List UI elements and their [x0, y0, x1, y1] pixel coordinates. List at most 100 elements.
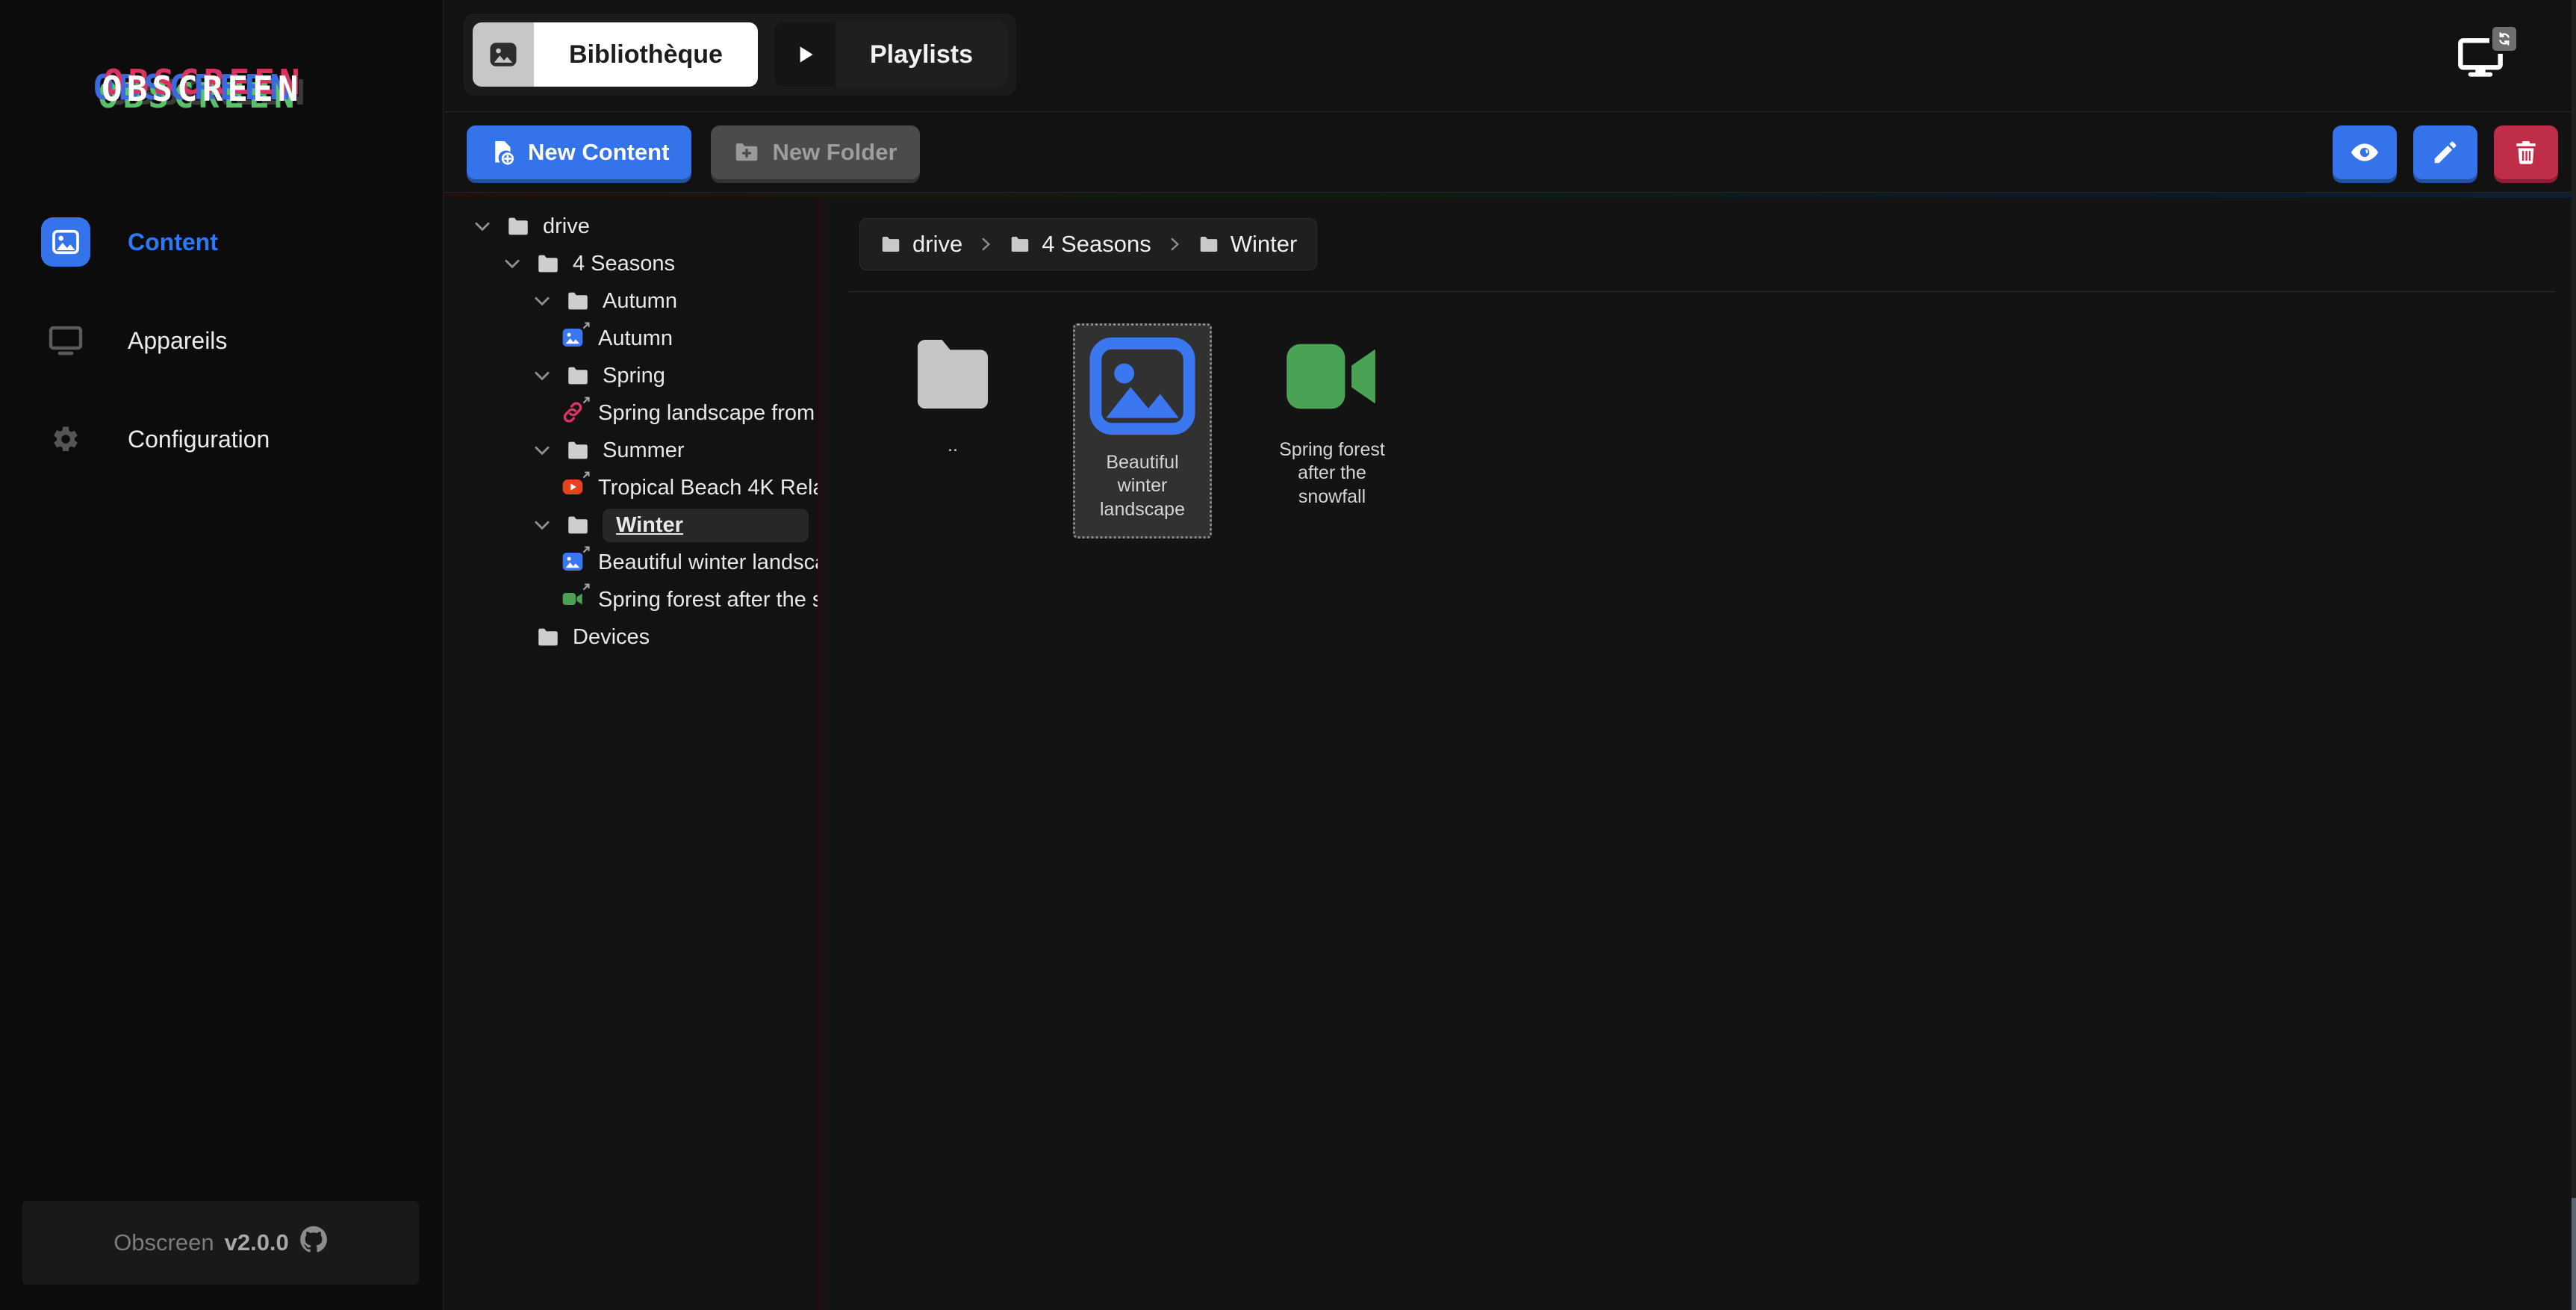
version-badge: v2.0.0 — [225, 1229, 289, 1256]
image-file-icon — [1088, 336, 1197, 436]
image-file-icon — [561, 550, 586, 575]
tree-item-label: Spring forest after the snowfall — [598, 588, 818, 612]
breadcrumb-item-winter[interactable]: Winter — [1198, 231, 1298, 258]
folder-icon — [1009, 233, 1031, 255]
chevron-right-icon — [976, 235, 995, 254]
sidebar-nav: Content Appareils Configuration — [0, 193, 443, 488]
library-image-icon — [473, 22, 534, 87]
tree-item-label: Autumn — [598, 326, 673, 351]
new-content-label: New Content — [528, 139, 669, 166]
content-icon — [41, 217, 90, 267]
tree-item-drive[interactable]: drive — [444, 208, 818, 245]
tile-spring-forest-video[interactable]: Spring forest after the snowfall — [1264, 323, 1400, 509]
github-icon[interactable] — [299, 1226, 328, 1260]
app-logo: OBSCREEN — [102, 69, 443, 109]
youtube-icon — [561, 475, 586, 500]
tile-beautiful-winter-landscape[interactable]: Beautiful winter landscape — [1073, 323, 1212, 538]
content-column: Bibliothèque Playlists — [444, 0, 2576, 1310]
chevron-down-icon[interactable] — [531, 514, 565, 536]
shortcut-arrow-icon — [581, 582, 591, 592]
tree-item-tropical-beach-youtube[interactable]: Tropical Beach 4K Relaxa — [444, 469, 818, 506]
pencil-icon — [2431, 138, 2460, 167]
tree-item-4-seasons[interactable]: 4 Seasons — [444, 245, 818, 282]
breadcrumb-label: 4 Seasons — [1042, 231, 1151, 258]
trash-icon — [2512, 138, 2540, 167]
folder-icon — [565, 363, 591, 388]
sidebar-item-configuration[interactable]: Configuration — [0, 390, 443, 488]
tree-item-label: Spring — [603, 364, 665, 388]
sidebar-item-appareils[interactable]: Appareils — [0, 291, 443, 390]
tab-playlists[interactable]: Playlists — [774, 22, 1007, 87]
eye-icon — [2348, 137, 2381, 167]
tree-panel-divider — [818, 193, 825, 1310]
play-icon — [774, 22, 836, 87]
tree-item-label: Spring landscape from sh — [598, 401, 818, 426]
tree-item-autumn-folder[interactable]: Autumn — [444, 282, 818, 320]
file-plus-icon — [489, 139, 516, 166]
new-folder-label: New Folder — [772, 139, 897, 166]
preview-button[interactable] — [2333, 125, 2397, 179]
new-content-button[interactable]: New Content — [467, 125, 691, 179]
folder-icon — [535, 624, 561, 650]
folder-plus-icon — [733, 139, 760, 166]
screen-refresh-button[interactable] — [2446, 27, 2515, 90]
breadcrumb-label: drive — [912, 231, 962, 258]
sidebar-item-content[interactable]: Content — [0, 193, 443, 291]
sidebar-item-label: Content — [128, 229, 218, 256]
header: Bibliothèque Playlists — [444, 0, 2576, 112]
tree-item-devices[interactable]: Devices — [444, 618, 818, 656]
tab-bibliotheque[interactable]: Bibliothèque — [473, 22, 758, 87]
tile-label: Beautiful winter landscape — [1081, 451, 1204, 521]
breadcrumb-item-4-seasons[interactable]: 4 Seasons — [1009, 231, 1151, 258]
folder-icon — [505, 214, 531, 239]
tab-bar: Bibliothèque Playlists — [464, 13, 1016, 96]
tree-item-winter-folder[interactable]: Winter — [444, 506, 818, 544]
chevron-down-icon[interactable] — [531, 290, 565, 312]
file-grid: .. Beautiful winter landscape Spr — [859, 323, 2576, 538]
folder-icon — [535, 251, 561, 276]
tree-item-spring-forest-video[interactable]: Spring forest after the snowfall — [444, 581, 818, 618]
folder-up-icon — [907, 335, 998, 413]
tree-item-spring-landscape-link[interactable]: Spring landscape from sh — [444, 394, 818, 432]
tree-item-label: drive — [543, 214, 590, 239]
breadcrumb: drive 4 Seasons Winter — [859, 218, 1317, 270]
tree-item-summer-folder[interactable]: Summer — [444, 432, 818, 469]
breadcrumb-label: Winter — [1231, 231, 1298, 258]
tree-item-label: Devices — [573, 625, 650, 650]
folder-icon — [565, 288, 591, 314]
tree-item-beautiful-winter-image[interactable]: Beautiful winter landscape — [444, 544, 818, 581]
chevron-right-icon — [1165, 235, 1184, 254]
tree-item-spring-folder[interactable]: Spring — [444, 357, 818, 394]
tree-item-label: Tropical Beach 4K Relaxa — [598, 476, 818, 500]
workspace: drive 4 Seasons Autumn — [444, 193, 2576, 1310]
chevron-down-icon[interactable] — [501, 252, 535, 275]
folder-icon — [1198, 233, 1220, 255]
tab-label: Playlists — [836, 22, 1007, 87]
tree-item-label: 4 Seasons — [573, 252, 675, 276]
devices-icon — [41, 316, 90, 365]
chevron-down-icon[interactable] — [531, 439, 565, 462]
folder-tree: drive 4 Seasons Autumn — [444, 193, 818, 1310]
app-version-footer: Obscreen v2.0.0 — [22, 1201, 419, 1285]
tile-parent-folder[interactable]: .. — [885, 323, 1021, 457]
breadcrumb-item-drive[interactable]: drive — [880, 231, 962, 258]
shortcut-arrow-icon — [581, 395, 591, 406]
sidebar: OBSCREEN Content Appareils — [0, 0, 444, 1310]
page-scrollbar-thumb[interactable] — [2572, 1198, 2576, 1310]
tree-item-label: Autumn — [603, 289, 677, 314]
new-folder-button[interactable]: New Folder — [711, 125, 919, 179]
sidebar-item-label: Appareils — [128, 327, 227, 355]
shortcut-arrow-icon — [581, 320, 591, 331]
tile-label: Spring forest after the snowfall — [1264, 438, 1400, 509]
edit-button[interactable] — [2413, 125, 2477, 179]
chevron-down-icon[interactable] — [471, 215, 505, 238]
tree-item-autumn-image[interactable]: Autumn — [444, 320, 818, 357]
folder-icon — [565, 512, 591, 538]
gear-icon — [41, 415, 90, 464]
folder-icon — [880, 233, 902, 255]
image-file-icon — [561, 326, 586, 351]
sidebar-item-label: Configuration — [128, 426, 270, 453]
delete-button[interactable] — [2494, 125, 2558, 179]
file-browser-panel: drive 4 Seasons Winter — [825, 193, 2576, 1310]
chevron-down-icon[interactable] — [531, 364, 565, 387]
